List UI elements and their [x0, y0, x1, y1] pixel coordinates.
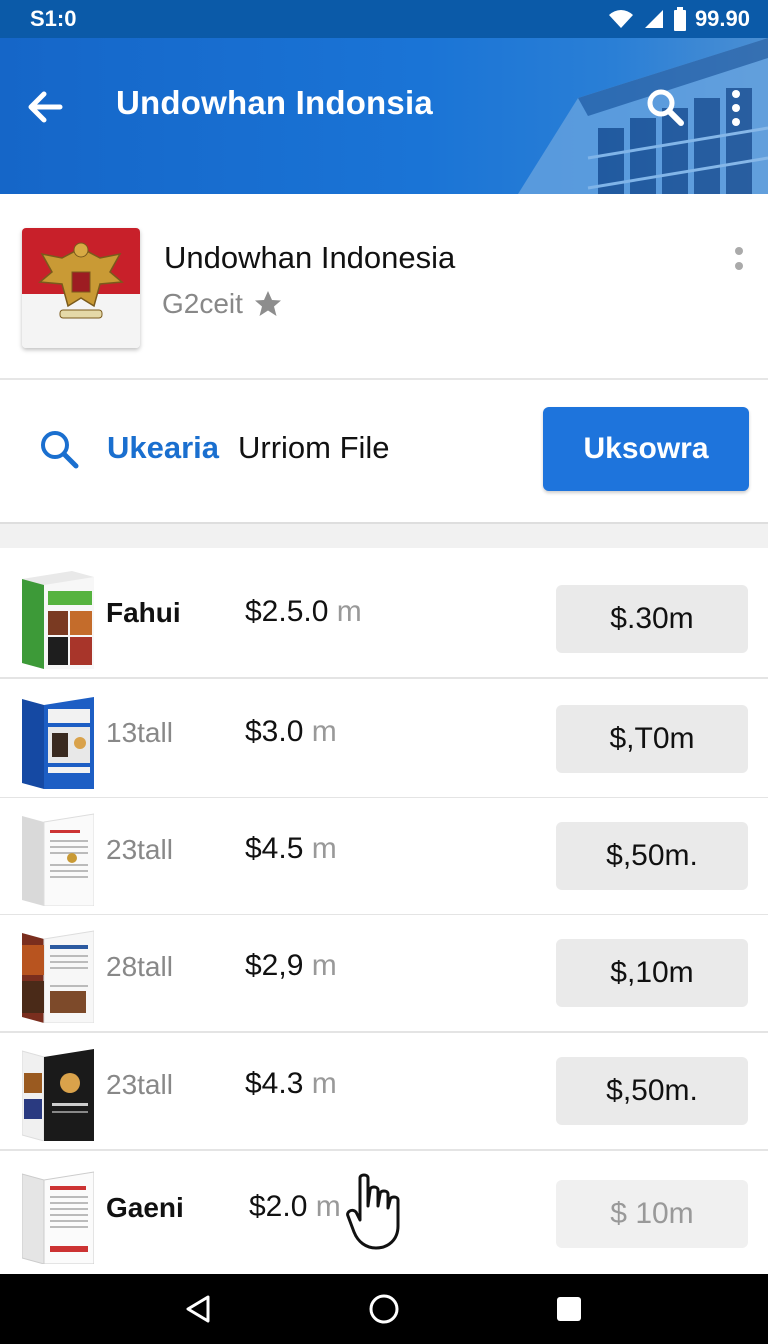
more-vert-icon — [735, 247, 743, 270]
item-name: 28tall — [106, 951, 173, 982]
star-icon[interactable] — [253, 289, 283, 319]
battery-icon — [673, 7, 686, 31]
item-action-button[interactable]: $,T0m — [556, 705, 748, 773]
nav-back-button[interactable] — [168, 1274, 228, 1344]
search-icon — [41, 431, 79, 469]
toolbar-search-button[interactable] — [38, 428, 80, 470]
item-name: 23tall — [106, 834, 173, 865]
system-nav-bar — [0, 1274, 768, 1344]
hand-pointer-icon — [346, 1173, 400, 1250]
circle-home-icon — [369, 1294, 399, 1324]
item-action-button[interactable]: $,50m. — [556, 1057, 748, 1125]
nav-home-button[interactable] — [354, 1274, 414, 1344]
app-name: Undowhan Indonesia — [164, 240, 456, 275]
developer-label: G2ceit — [162, 288, 243, 319]
item-price: $2.5.0 m — [245, 595, 362, 629]
item-name: 23tall — [106, 1069, 173, 1100]
item-price: $2,9 m — [245, 949, 337, 983]
back-button[interactable] — [24, 86, 66, 128]
product-box-thumbnail — [22, 1049, 94, 1141]
item-name: Gaeni — [106, 1192, 184, 1223]
list-item[interactable]: 13tall $3.0 m $,T0m — [0, 681, 768, 799]
price-value: $2.5.0 — [245, 595, 329, 628]
app-logo — [22, 228, 140, 348]
search-icon — [647, 89, 684, 126]
square-recents-icon — [557, 1297, 581, 1321]
search-tab[interactable]: Ukearia — [107, 430, 219, 466]
price-unit: m — [311, 1067, 337, 1100]
garuda-emblem-icon — [22, 228, 140, 348]
app-bar: Undowhan Indonsia — [0, 38, 768, 194]
item-name: Fahui — [106, 597, 181, 628]
battery-text: 99.90 — [694, 6, 750, 31]
nav-recents-button[interactable] — [539, 1274, 599, 1344]
item-price: $3.0 m — [245, 715, 337, 749]
price-unit: m — [311, 715, 337, 748]
item-price: $4.5 m — [245, 832, 337, 866]
price-unit: m — [336, 595, 362, 628]
price-unit: m — [311, 949, 337, 982]
product-box-thumbnail — [22, 1171, 94, 1264]
item-price: $4.3 m — [245, 1067, 337, 1101]
app-header-card: Undowhan Indonesia G2ceit — [0, 200, 768, 380]
signal-icon — [644, 10, 663, 28]
list-item[interactable]: 23tall $4.5 m $,50m. — [0, 798, 768, 916]
more-vert-icon — [732, 90, 740, 126]
product-box-thumbnail — [22, 571, 94, 669]
price-unit: m — [315, 1190, 341, 1223]
price-value: $2,9 — [245, 949, 304, 982]
price-value: $2.0 — [249, 1190, 308, 1223]
search-button[interactable] — [644, 86, 686, 128]
primary-action-button[interactable]: Uksowra — [543, 407, 749, 491]
item-action-button[interactable]: $,10m — [556, 939, 748, 1007]
list-item[interactable]: 23tall $4.3 m $,50m. — [0, 1033, 768, 1151]
product-box-thumbnail — [22, 930, 94, 1023]
wifi-icon — [608, 10, 633, 28]
status-bar: S1:0 99.90 — [0, 0, 768, 38]
app-subtitle: G2ceit — [162, 288, 283, 320]
item-action-button[interactable]: $.30m — [556, 585, 748, 653]
status-icons: 99.90 — [607, 6, 750, 32]
list-item[interactable]: Fahui $2.5.0 m $.30m — [0, 561, 768, 679]
item-price: $2.0 m — [249, 1190, 341, 1224]
list-item[interactable]: 28tall $2,9 m $,10m — [0, 915, 768, 1033]
price-value: $3.0 — [245, 715, 304, 748]
file-tab[interactable]: Urriom File — [238, 430, 390, 466]
card-menu-button[interactable] — [730, 246, 748, 276]
triangle-back-icon — [186, 1295, 210, 1323]
item-action-button[interactable]: $ 10m — [556, 1180, 748, 1248]
price-unit: m — [311, 832, 337, 865]
item-name: 13tall — [106, 717, 173, 748]
price-value: $4.3 — [245, 1067, 304, 1100]
section-divider — [0, 522, 768, 548]
price-value: $4.5 — [245, 832, 304, 865]
overflow-menu-button[interactable] — [722, 88, 750, 128]
status-time: S1:0 — [30, 6, 77, 31]
page-title: Undowhan Indonsia — [116, 84, 433, 121]
product-box-thumbnail — [22, 813, 94, 906]
product-box-thumbnail — [22, 697, 94, 789]
item-action-button[interactable]: $,50m. — [556, 822, 748, 890]
arrow-left-icon — [28, 91, 63, 123]
